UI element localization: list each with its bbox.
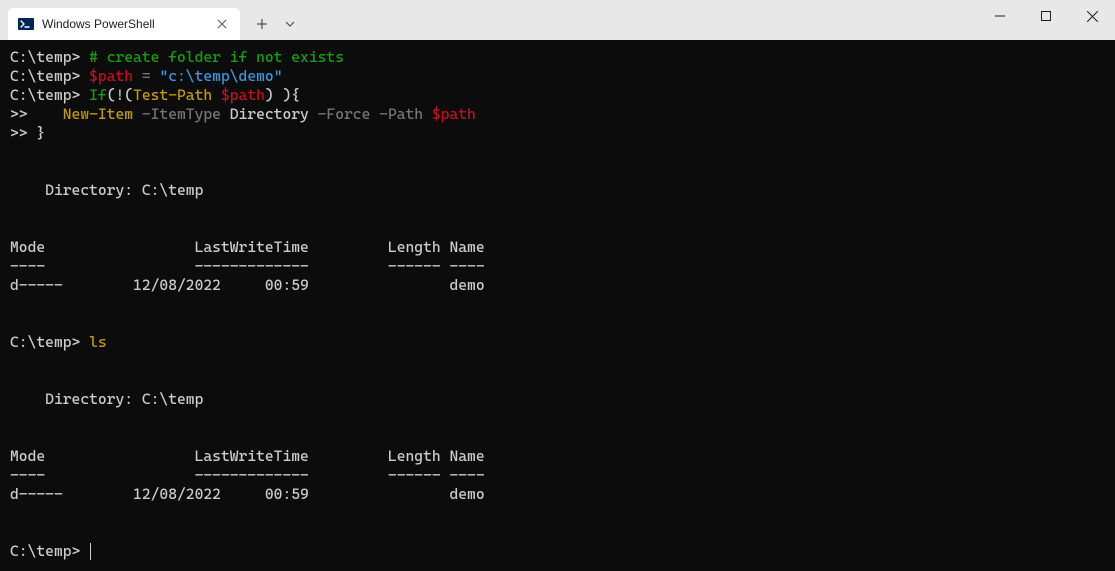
continuation-prompt: >> <box>10 105 28 123</box>
brace: } <box>36 124 45 142</box>
directory-label: Directory: C:\temp <box>10 181 203 199</box>
cmdlet: Test-Path <box>133 86 212 104</box>
powershell-icon <box>18 16 34 32</box>
tab-dropdown-button[interactable] <box>276 10 304 38</box>
punct: ) ){ <box>265 86 300 104</box>
maximize-button[interactable] <box>1023 0 1069 32</box>
minimize-button[interactable] <box>977 0 1023 32</box>
variable: $path <box>432 105 476 123</box>
table-header: Mode LastWriteTime Length Name <box>10 238 485 256</box>
cursor <box>90 543 91 560</box>
punct: (!( <box>107 86 133 104</box>
prompt: C:\temp> <box>10 67 80 85</box>
cmdlet: New-Item <box>63 105 133 123</box>
operator: = <box>133 67 159 85</box>
param: -Path <box>370 105 423 123</box>
string-literal: "c:\temp\demo" <box>159 67 282 85</box>
keyword-if: If <box>89 86 107 104</box>
param: -ItemType <box>133 105 221 123</box>
arg: Directory <box>221 105 309 123</box>
table-separator: ---- ------------- ------ ---- <box>10 466 485 484</box>
table-row: d----- 12/08/2022 00:59 demo <box>10 485 485 503</box>
table-row: d----- 12/08/2022 00:59 demo <box>10 276 485 294</box>
terminal-content[interactable]: C:\temp> # create folder if not exists C… <box>0 40 1115 571</box>
comment-text: # create folder if not exists <box>89 48 344 66</box>
variable: $path <box>221 86 265 104</box>
continuation-prompt: >> <box>10 124 28 142</box>
param: -Force <box>309 105 371 123</box>
close-window-button[interactable] <box>1069 0 1115 32</box>
titlebar: Windows PowerShell <box>0 0 1115 40</box>
prompt: C:\temp> <box>10 48 80 66</box>
prompt: C:\temp> <box>10 86 80 104</box>
cmdlet: ls <box>89 333 107 351</box>
table-header: Mode LastWriteTime Length Name <box>10 447 485 465</box>
tab-close-button[interactable] <box>214 16 230 32</box>
window-controls <box>977 0 1115 40</box>
variable: $path <box>89 67 133 85</box>
prompt: C:\temp> <box>10 333 80 351</box>
prompt: C:\temp> <box>10 542 80 560</box>
tab-title: Windows PowerShell <box>42 17 206 31</box>
new-tab-button[interactable] <box>248 10 276 38</box>
directory-label: Directory: C:\temp <box>10 390 203 408</box>
tab-powershell[interactable]: Windows PowerShell <box>8 8 240 40</box>
table-separator: ---- ------------- ------ ---- <box>10 257 485 275</box>
